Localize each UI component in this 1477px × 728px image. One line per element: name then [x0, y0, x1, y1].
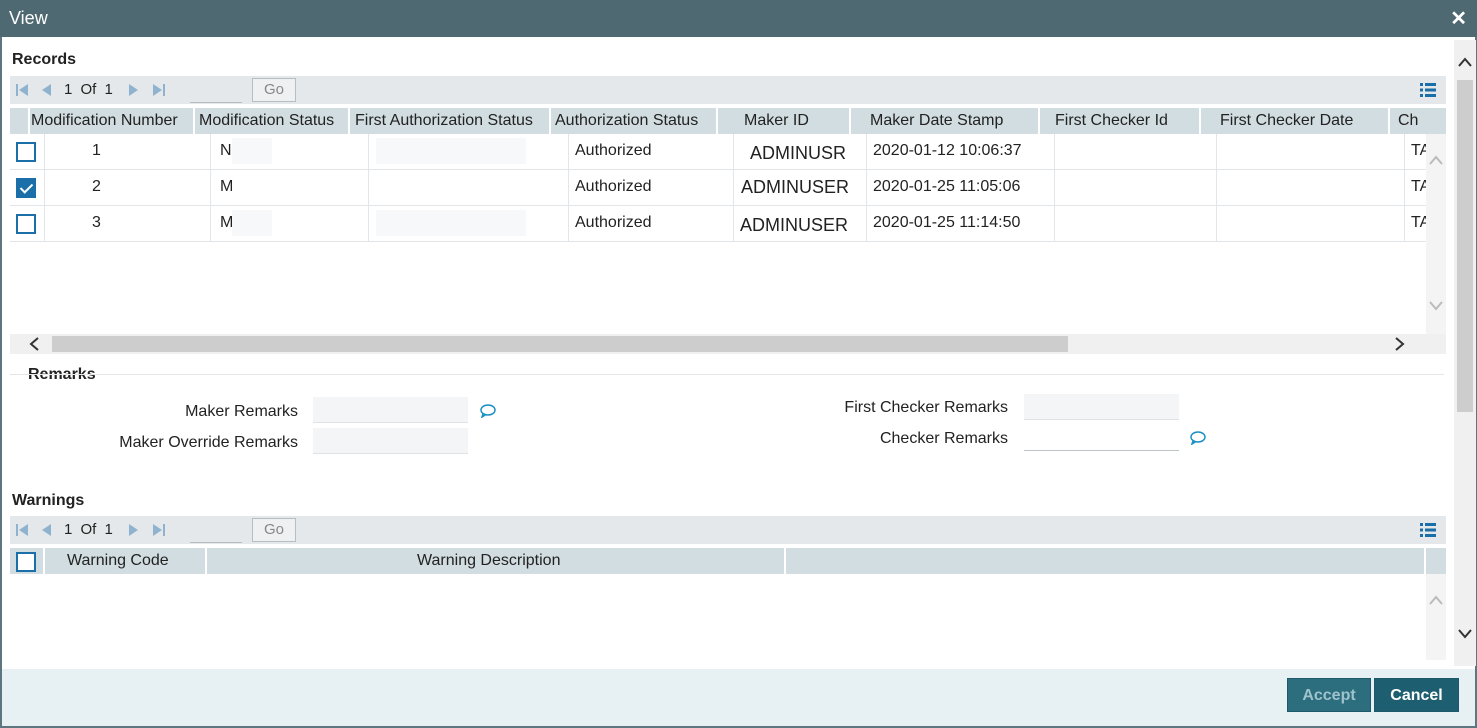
col-authorization-status[interactable]: Authorization Status: [555, 108, 698, 134]
maker-remarks-field[interactable]: [313, 397, 468, 423]
maker-override-remarks-label: Maker Override Remarks: [119, 434, 298, 451]
window-title: View: [9, 8, 48, 28]
table-row[interactable]: 1 N Authorized ADMINUSR 2020-01-12 10:06…: [10, 134, 1426, 170]
accept-button[interactable]: Accept: [1287, 678, 1371, 712]
next-page-icon[interactable]: [128, 522, 140, 538]
prev-page-icon[interactable]: [40, 82, 52, 98]
page-indicator: 1 Of 1: [64, 81, 117, 98]
col-warning-code[interactable]: Warning Code: [67, 548, 169, 574]
first-page-icon[interactable]: [15, 522, 29, 538]
remarks-divider: [10, 374, 1444, 375]
warnings-grid-header: Warning Code Warning Description: [10, 548, 1446, 574]
comment-icon[interactable]: [1190, 431, 1206, 445]
horizontal-scrollbar-thumb[interactable]: [52, 336, 1068, 352]
records-horizontal-scrollbar[interactable]: [10, 334, 1446, 354]
row-checkbox[interactable]: [16, 214, 36, 234]
checker-remarks-label: Checker Remarks: [879, 430, 1008, 447]
col-first-checker-date[interactable]: First Checker Date: [1220, 108, 1353, 134]
cell-ch: TA: [1411, 178, 1426, 195]
page-total: 1: [104, 521, 113, 538]
prev-page-icon[interactable]: [40, 522, 52, 538]
col-first-authorization-status[interactable]: First Authorization Status: [355, 108, 533, 134]
warnings-pager: 1 Of 1 Go: [10, 516, 1446, 544]
col-ch[interactable]: Ch: [1398, 108, 1428, 134]
records-vertical-scrollbar[interactable]: [1426, 134, 1446, 334]
warnings-title: Warnings: [12, 492, 85, 509]
table-row[interactable]: 3 M Authorized ADMINUSER 2020-01-25 11:1…: [10, 206, 1426, 242]
cell-maker-id: ADMINUSR: [750, 143, 847, 163]
cell-maker-date: 2020-01-25 11:05:06: [873, 178, 1021, 195]
page-of: Of: [80, 81, 97, 98]
table-row[interactable]: 2 M Authorized ADMINUSER 2020-01-25 11:0…: [10, 170, 1426, 206]
cell-ch: TA: [1411, 214, 1426, 231]
checker-remarks-field[interactable]: [1024, 425, 1179, 451]
first-page-icon[interactable]: [15, 82, 29, 98]
last-page-icon[interactable]: [152, 522, 166, 538]
col-maker-id[interactable]: Maker ID: [744, 108, 809, 134]
warnings-grid-body: [10, 574, 1426, 660]
records-grid-header: Modification Number Modification Status …: [10, 108, 1446, 134]
cell-maker-date: 2020-01-12 10:06:37: [873, 142, 1022, 159]
cell-mod-status: M: [220, 178, 234, 195]
page-number-input[interactable]: [190, 519, 242, 543]
go-button[interactable]: Go: [252, 518, 296, 542]
cell-mod-status: N: [220, 142, 232, 159]
dialog-vertical-scrollbar[interactable]: [1454, 40, 1476, 666]
scroll-right-icon[interactable]: [1392, 337, 1406, 351]
cell-ch: TA: [1411, 142, 1426, 159]
scroll-down-icon[interactable]: [1458, 626, 1472, 640]
col-first-checker-id[interactable]: First Checker Id: [1055, 108, 1168, 134]
records-title: Records: [12, 51, 77, 68]
page-indicator: 1 Of 1: [64, 521, 117, 538]
page-total: 1: [104, 81, 113, 98]
scroll-up-icon[interactable]: [1458, 56, 1472, 70]
col-maker-date-stamp[interactable]: Maker Date Stamp: [870, 108, 1003, 134]
cell-maker-id: ADMINUSER: [741, 177, 850, 197]
cell-mod-number: 3: [92, 214, 101, 231]
cell-auth-status: Authorized: [575, 214, 652, 231]
cell-auth-status: Authorized: [575, 178, 652, 195]
dialog-scrollbar-thumb[interactable]: [1457, 80, 1473, 412]
title-bar: View ✕: [0, 0, 1477, 37]
column-list-icon[interactable]: [1420, 82, 1436, 98]
cell-auth-status: Authorized: [575, 142, 652, 159]
last-page-icon[interactable]: [152, 82, 166, 98]
page-of: Of: [80, 521, 97, 538]
first-checker-remarks-label: First Checker Remarks: [844, 399, 1008, 416]
go-button[interactable]: Go: [252, 78, 296, 102]
cell-maker-id: ADMINUSER: [740, 215, 849, 235]
records-pager: 1 Of 1 Go: [10, 76, 1446, 104]
select-all-checkbox[interactable]: [16, 552, 36, 572]
scroll-left-icon[interactable]: [28, 337, 42, 351]
dialog-footer: [2, 669, 1475, 726]
scroll-down-icon[interactable]: [1429, 298, 1443, 312]
cell-mod-number: 1: [92, 142, 101, 159]
scroll-up-icon[interactable]: [1429, 154, 1443, 168]
page-current: 1: [64, 81, 73, 98]
cell-mod-number: 2: [92, 178, 101, 195]
comment-icon[interactable]: [480, 404, 496, 418]
col-modification-number[interactable]: Modification Number: [31, 108, 178, 134]
col-warning-description[interactable]: Warning Description: [417, 548, 560, 574]
page-current: 1: [64, 521, 73, 538]
next-page-icon[interactable]: [128, 82, 140, 98]
col-modification-status[interactable]: Modification Status: [199, 108, 334, 134]
row-checkbox[interactable]: [16, 178, 36, 198]
records-grid-body: 1 N Authorized ADMINUSR 2020-01-12 10:06…: [10, 134, 1426, 334]
remarks-title: Remarks: [28, 366, 96, 383]
first-checker-remarks-field[interactable]: [1024, 394, 1179, 420]
cancel-button[interactable]: Cancel: [1374, 678, 1459, 712]
cell-maker-date: 2020-01-25 11:14:50: [873, 214, 1021, 231]
row-checkbox[interactable]: [16, 142, 36, 162]
page-number-input[interactable]: [190, 79, 242, 103]
scroll-up-icon[interactable]: [1429, 594, 1443, 608]
column-list-icon[interactable]: [1420, 522, 1436, 538]
warnings-vertical-scrollbar[interactable]: [1426, 574, 1446, 660]
close-icon[interactable]: ✕: [1450, 6, 1467, 31]
maker-override-remarks-field[interactable]: [313, 428, 468, 454]
maker-remarks-label: Maker Remarks: [185, 403, 298, 420]
